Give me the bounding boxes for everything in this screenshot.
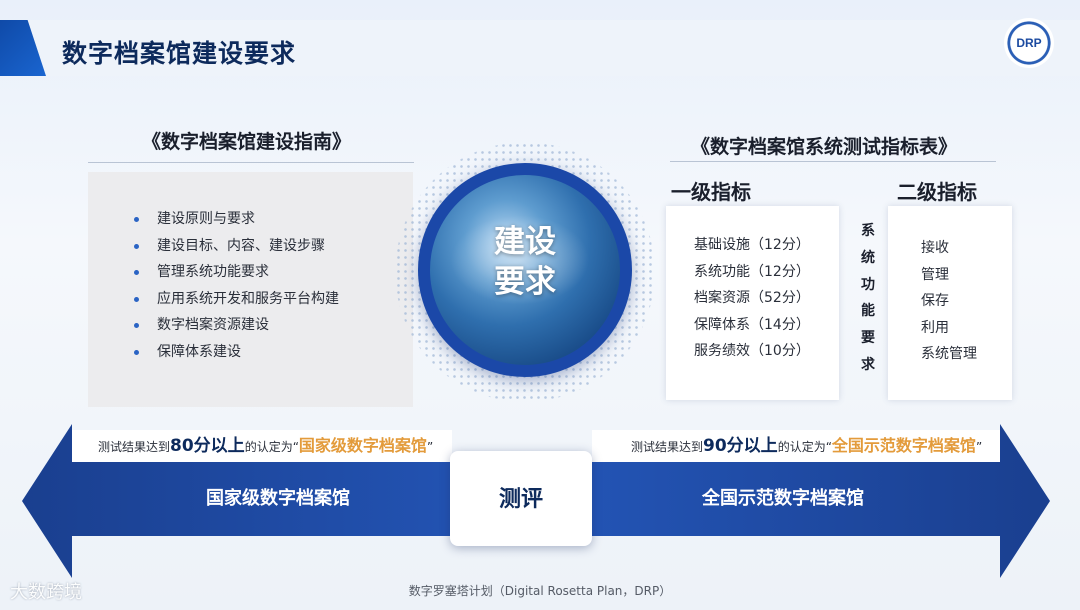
footer-caption: 数字罗塞塔计划（Digital Rosetta Plan，DRP） <box>408 584 672 598</box>
banner-middle: 的认定为 <box>777 440 826 454</box>
guide-list: 建设原则与要求 建设目标、内容、建设步骤 管理系统功能要求 应用系统开发和服务平… <box>130 206 339 366</box>
list-item: 系统管理 <box>921 346 977 363</box>
level1-heading: 一级指标 <box>671 180 751 204</box>
list-item: 接收 <box>921 240 949 256</box>
banner-quote-close: ” <box>975 440 983 454</box>
vertical-char: 统 <box>861 249 875 266</box>
list-item: 建设原则与要求 <box>130 206 339 233</box>
vertical-char: 功 <box>861 276 875 293</box>
list-item: 建设目标、内容、建设步骤 <box>130 233 339 260</box>
banner-prefix: 测试结果达到 <box>631 440 704 454</box>
list-item: 保存 <box>921 293 949 310</box>
logo-text: DRP <box>1016 36 1042 50</box>
level2-list: 接收 管理 保存 利用 系统管理 <box>921 235 977 368</box>
vertical-char: 要 <box>861 330 875 347</box>
list-item: 数字档案资源建设 <box>130 312 339 339</box>
level1-list: 基础设施（12分） 系统功能（12分） 档案资源（52分） 保障体系（14分） … <box>694 232 810 365</box>
banner-result: 国家级数字档案馆 <box>298 436 427 455</box>
list-item: 基础设施（12分） <box>694 237 810 253</box>
vertical-char: 能 <box>861 303 875 320</box>
banner-quote-close: ” <box>426 440 434 454</box>
banner-result: 全国示范数字档案馆 <box>831 436 976 455</box>
list-item: 保障体系建设 <box>130 339 339 366</box>
globe-label-line2: 要求 <box>494 264 556 300</box>
evaluation-label: 测评 <box>498 487 543 512</box>
list-item: 管理 <box>921 266 949 283</box>
globe-label: 建设 要求 <box>430 222 620 302</box>
globe-label-line1: 建设 <box>494 224 556 260</box>
drp-logo: DRP <box>1004 18 1054 68</box>
left-divider <box>88 162 414 163</box>
left-panel-title: 《数字档案馆建设指南》 <box>142 131 352 153</box>
list-item: 应用系统开发和服务平台构建 <box>130 286 339 313</box>
list-item: 保障体系（14分） <box>694 316 810 333</box>
list-item: 管理系统功能要求 <box>130 259 339 286</box>
banner-score: 80分以上 <box>170 436 245 456</box>
list-item: 系统功能（12分） <box>694 263 810 280</box>
banner-prefix: 测试结果达到 <box>98 440 171 454</box>
right-divider <box>670 161 996 162</box>
list-item: 档案资源（52分） <box>694 290 810 307</box>
banner-middle: 的认定为 <box>244 440 293 454</box>
slide-title: 数字档案馆建设要求 <box>62 39 297 68</box>
left-banner-text: 测试结果达到80分以上的认定为“国家级数字档案馆” <box>98 430 433 462</box>
system-function-label: 系 统 功 能 要 求 <box>856 218 880 379</box>
banner-score: 90分以上 <box>703 436 778 456</box>
slide: 数字档案馆建设要求 DRP 《数字档案馆建设指南》 建设原则与要求 建设目标、内… <box>0 0 1080 610</box>
vertical-char: 求 <box>861 356 875 373</box>
level2-heading: 二级指标 <box>897 180 977 204</box>
watermark-text: 大数跨境 <box>10 582 82 603</box>
national-level-label: 国家级数字档案馆 <box>206 488 350 509</box>
list-item: 服务绩效（10分） <box>694 343 810 360</box>
right-panel-title: 《数字档案馆系统测试指标表》 <box>691 136 958 158</box>
right-banner-text: 测试结果达到90分以上的认定为“全国示范数字档案馆” <box>631 430 982 462</box>
vertical-char: 系 <box>861 223 875 239</box>
list-item: 利用 <box>921 319 949 336</box>
national-demo-label: 全国示范数字档案馆 <box>702 488 864 509</box>
